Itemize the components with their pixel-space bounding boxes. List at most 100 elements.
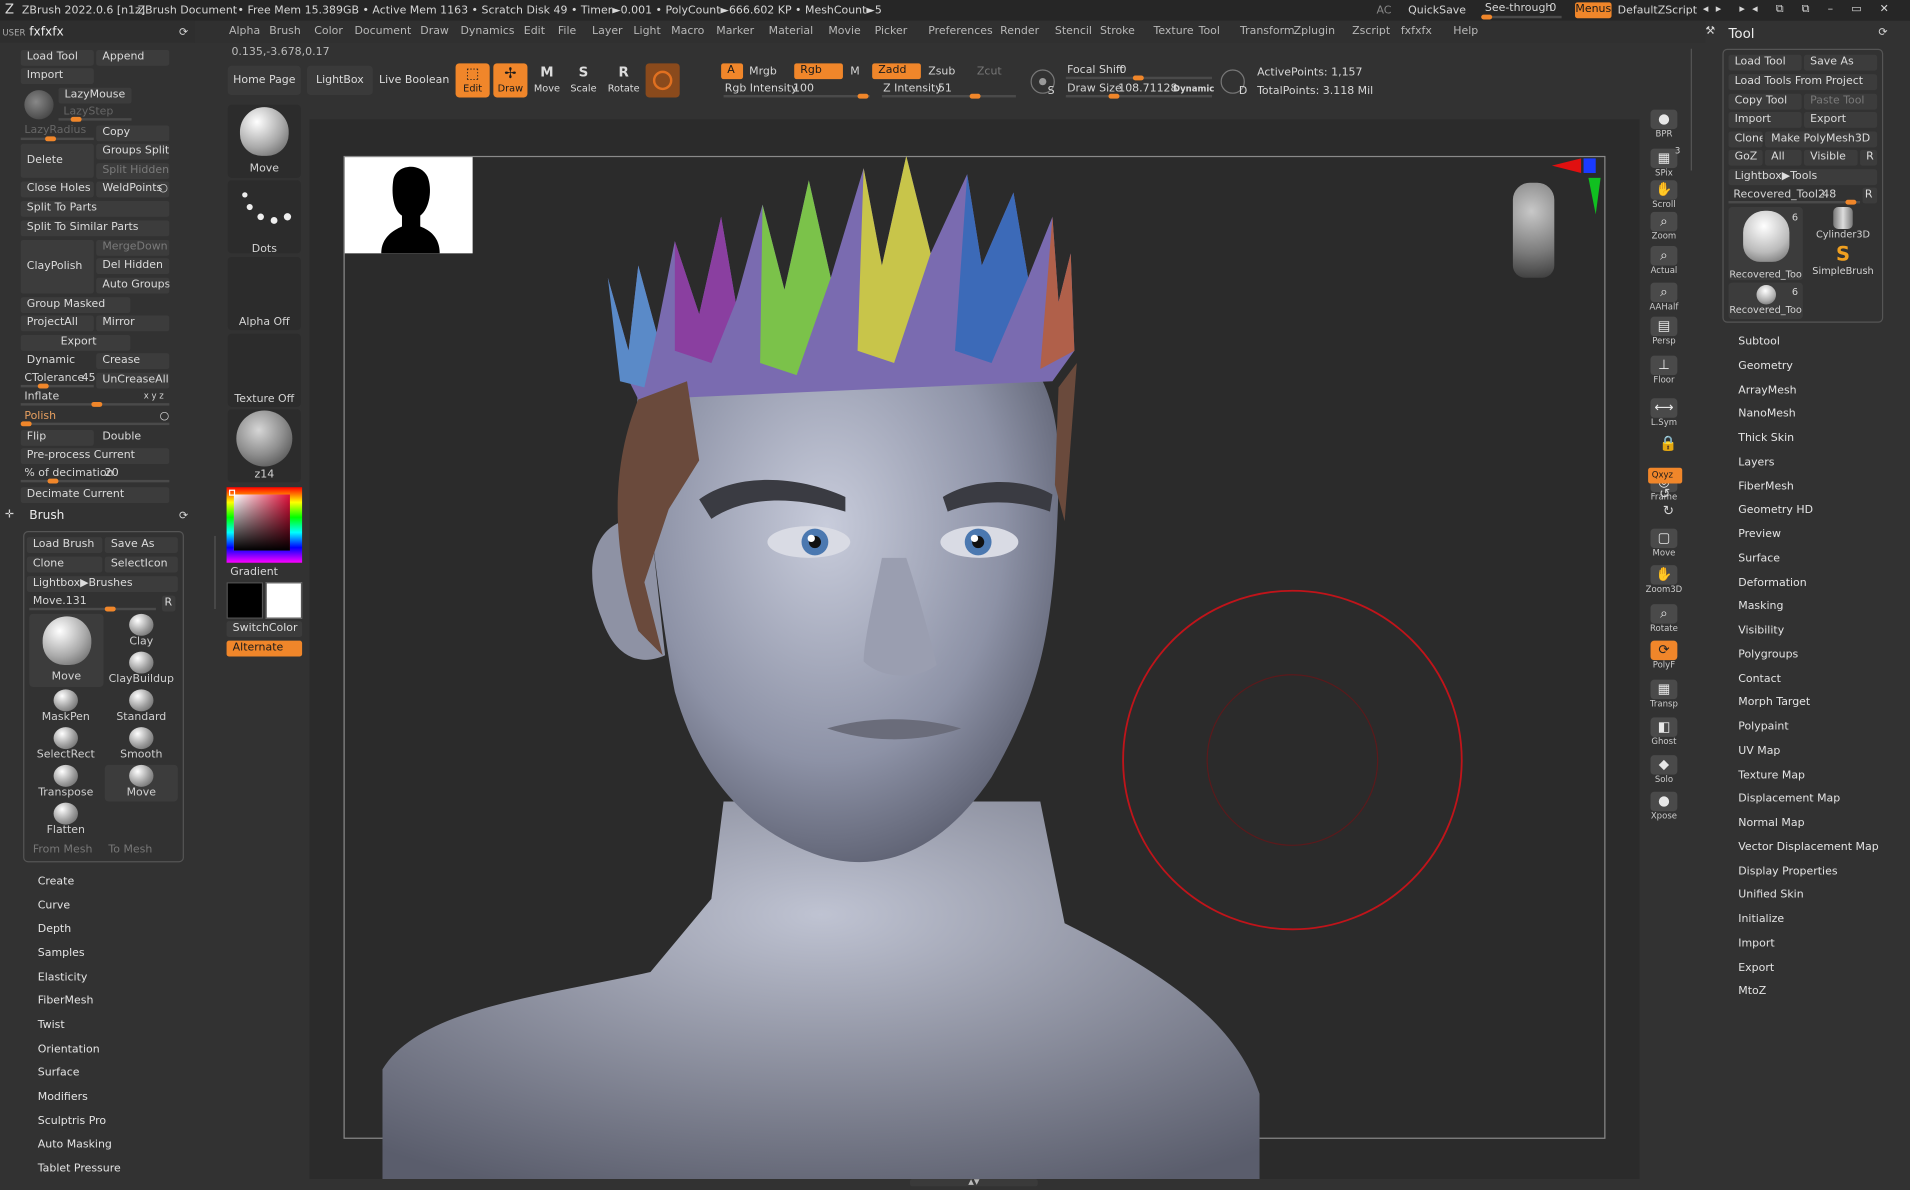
toollist-preview[interactable]: Preview	[1738, 529, 1781, 541]
group-masked-button[interactable]: Group Masked	[20, 297, 131, 314]
toollist-geometry[interactable]: Geometry	[1738, 360, 1793, 372]
tool-r-button[interactable]: R	[1862, 187, 1878, 204]
dynamic-button[interactable]: Dynamic	[20, 353, 94, 370]
switchcolor-button[interactable]: SwitchColor	[226, 621, 303, 638]
toollist-nanomesh[interactable]: NanoMesh	[1738, 408, 1795, 420]
brush-item-clay[interactable]: Clay	[105, 613, 178, 651]
groups-split-button[interactable]: Groups Split	[96, 143, 170, 160]
preprocess-button[interactable]: Pre-process Current	[20, 448, 170, 465]
toollist-morph-target[interactable]: Morph Target	[1738, 697, 1810, 709]
weldpoints-toggle-icon[interactable]: ○	[158, 181, 168, 196]
brush-drag-icon[interactable]: ✛	[5, 508, 14, 523]
leftlist-curve[interactable]: Curve	[38, 900, 70, 912]
brush-clone-button[interactable]: Clone	[26, 556, 103, 573]
menu-macro[interactable]: Macro	[671, 24, 704, 39]
brush-saveas-button[interactable]: Save As	[104, 537, 178, 553]
lock-icon[interactable]: 🔒	[1659, 436, 1677, 451]
copy-tool-button[interactable]: Copy Tool	[1728, 93, 1802, 110]
copy-button[interactable]: Copy	[96, 125, 170, 142]
toollist-subtool[interactable]: Subtool	[1738, 336, 1780, 348]
leftlist-create[interactable]: Create	[38, 876, 74, 888]
tool-thumb-simplebrush[interactable]: S SimpleBrush	[1808, 243, 1879, 281]
brush-item-move[interactable]: Move	[104, 764, 178, 802]
goz-all-button[interactable]: All	[1765, 149, 1802, 166]
brush-title[interactable]: Brush	[29, 509, 64, 524]
to-mesh-button[interactable]: To Mesh	[108, 843, 152, 858]
auto-groups-button[interactable]: Auto Groups	[96, 277, 170, 294]
quicksave-button[interactable]: QuickSave	[1408, 4, 1466, 19]
nav-aahalf[interactable]: ⌕ AAHalf	[1646, 280, 1683, 317]
menu-layer[interactable]: Layer	[592, 24, 623, 39]
nav-lsym[interactable]: ⟷ L.Sym	[1646, 396, 1683, 433]
menu-dynamics[interactable]: Dynamics	[460, 24, 514, 39]
toollist-vector-displacement-map[interactable]: Vector Displacement Map	[1738, 841, 1878, 853]
xyz-symmetry-toggle[interactable]: Qxyz	[1648, 467, 1683, 484]
brush-r-button[interactable]: R	[162, 595, 176, 612]
nav-ghost[interactable]: ◧ Ghost	[1646, 715, 1683, 752]
toollist-contact[interactable]: Contact	[1738, 673, 1781, 685]
leftlist-fibermesh[interactable]: FiberMesh	[38, 995, 94, 1007]
tool-import-button[interactable]: Import	[1728, 112, 1802, 128]
lazystep-slider[interactable]	[58, 116, 132, 122]
zbrush-logo-icon[interactable]: Z	[5, 2, 17, 17]
tool-thumb-main[interactable]: 6 Recovered_Too	[1728, 207, 1803, 281]
leftlist-tablet-pressure[interactable]: Tablet Pressure	[38, 1163, 121, 1175]
brush-move-slider[interactable]	[29, 606, 156, 612]
toollist-geometry-hd[interactable]: Geometry HD	[1738, 505, 1813, 517]
delete-button[interactable]: Delete	[20, 143, 94, 178]
m-toggle[interactable]: M	[850, 65, 859, 80]
tool-clone-button[interactable]: Clone	[1728, 131, 1763, 148]
seethrough-slider[interactable]	[1481, 14, 1562, 20]
lightbox-tools-button[interactable]: Lightbox▶Tools	[1728, 169, 1878, 186]
sym-radial-icon[interactable]: ↺	[1659, 487, 1670, 502]
tool-thumb-cylinder[interactable]: Cylinder3D	[1808, 207, 1879, 241]
document-canvas[interactable]	[309, 119, 1640, 1180]
toollist-display-properties[interactable]: Display Properties	[1738, 865, 1837, 877]
make-polymesh-button[interactable]: Make PolyMesh3D	[1765, 131, 1878, 148]
leftlist-elasticity[interactable]: Elasticity	[38, 971, 88, 983]
color-picker[interactable]	[226, 487, 303, 563]
load-from-project-button[interactable]: Load Tools From Project	[1728, 74, 1878, 91]
brush-item-claybuildup[interactable]: ClayBuildup	[105, 651, 178, 689]
main-color-swatch[interactable]	[226, 582, 264, 619]
toollist-mtoz[interactable]: MtoZ	[1738, 986, 1766, 998]
load-brush-button[interactable]: Load Brush	[26, 537, 103, 553]
menus-toggle[interactable]: Menus	[1575, 2, 1612, 19]
home-page-button[interactable]: Home Page	[227, 65, 301, 96]
axis-gizmo-icon[interactable]	[1547, 156, 1605, 215]
tool-saveas-button[interactable]: Save As	[1804, 54, 1878, 71]
brush-item-transpose[interactable]: Transpose	[29, 764, 102, 802]
focal-shift-slider[interactable]	[1065, 75, 1213, 81]
projectall-button[interactable]: ProjectAll	[20, 315, 94, 332]
toollist-masking[interactable]: Masking	[1738, 601, 1783, 613]
a-toggle[interactable]: A	[721, 63, 744, 80]
crease-button[interactable]: Crease	[96, 353, 170, 370]
inflate-xyz[interactable]: x y z	[144, 389, 164, 404]
menu-edit[interactable]: Edit	[524, 24, 545, 39]
leftlist-twist[interactable]: Twist	[38, 1019, 65, 1031]
brush-item-standard[interactable]: Standard	[105, 689, 178, 726]
brush-item-maskpen[interactable]: MaskPen	[29, 689, 102, 726]
export-button[interactable]: Export	[20, 334, 131, 351]
toollist-export[interactable]: Export	[1738, 962, 1774, 974]
double-button[interactable]: Double	[96, 429, 170, 446]
menu-stroke[interactable]: Stroke	[1100, 24, 1135, 39]
scale-tool-button[interactable]: S Scale	[567, 63, 600, 98]
menu-document[interactable]: Document	[354, 24, 411, 39]
alternate-button[interactable]: Alternate	[226, 640, 303, 657]
menu-picker[interactable]: Picker	[875, 24, 908, 39]
mergedown-button[interactable]: MergeDown	[96, 239, 170, 256]
flip-button[interactable]: Flip	[20, 429, 94, 446]
leftlist-modifiers[interactable]: Modifiers	[38, 1091, 88, 1103]
split-to-parts-button[interactable]: Split To Parts	[20, 200, 170, 217]
toollist-import[interactable]: Import	[1738, 938, 1774, 950]
refresh-icon[interactable]: ⟳	[179, 26, 188, 41]
brush-thumb[interactable]: Move	[227, 104, 301, 178]
nav-move[interactable]: ▢ Move	[1646, 526, 1683, 563]
split-hidden-button[interactable]: Split Hidden	[96, 163, 170, 180]
menu-alpha[interactable]: Alpha	[229, 24, 260, 39]
nav-polyf[interactable]: ⟳ PolyF	[1646, 638, 1683, 675]
menu-render[interactable]: Render	[1000, 24, 1039, 39]
stroke-thumb[interactable]: Dots	[227, 180, 301, 256]
import-button[interactable]: Import	[20, 68, 94, 85]
